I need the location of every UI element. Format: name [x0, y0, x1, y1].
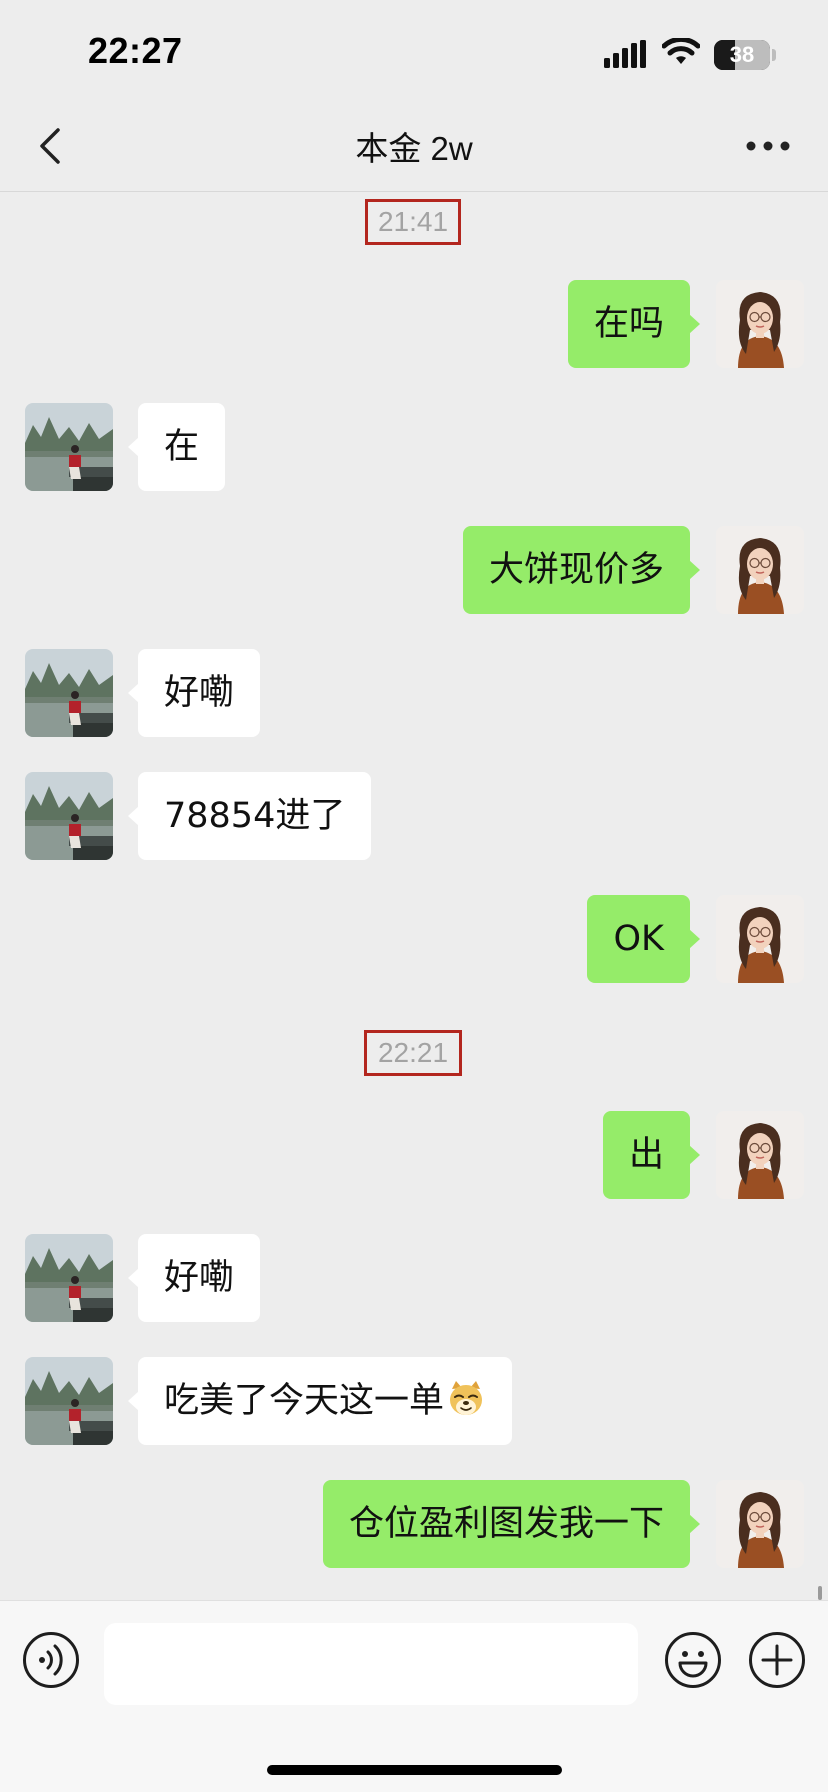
- incoming-message[interactable]: 78854进了: [127, 772, 372, 860]
- contact-avatar[interactable]: [25, 1234, 113, 1322]
- status-bar: 22:27 38: [0, 0, 828, 100]
- outgoing-message[interactable]: 仓位盈利图发我一下: [322, 1480, 701, 1568]
- status-time: 22:27: [88, 30, 183, 71]
- outgoing-message[interactable]: 出: [602, 1111, 701, 1199]
- scrollbar[interactable]: [818, 1586, 822, 1600]
- back-button[interactable]: [24, 120, 76, 172]
- message-list[interactable]: 21:41 在吗 在 大饼现价多 好嘞 78854进了 OK 22:21 出 好…: [0, 193, 828, 1598]
- battery-cap: [772, 49, 776, 61]
- incoming-message[interactable]: 好嘞: [127, 1234, 261, 1322]
- battery-icon: 38: [714, 40, 770, 70]
- woman-portrait-icon: [716, 280, 804, 368]
- landscape-photo-icon: [25, 649, 113, 737]
- chat-screen: 22:27 38 本金 2w 21:41 在吗 在 大饼现价多 好嘞 78854…: [0, 0, 828, 1792]
- contact-avatar[interactable]: [25, 772, 113, 860]
- woman-portrait-icon: [716, 1480, 804, 1568]
- woman-portrait-icon: [716, 1111, 804, 1199]
- my-avatar[interactable]: [716, 895, 804, 983]
- chevron-left-icon: [40, 128, 60, 164]
- woman-portrait-icon: [716, 895, 804, 983]
- incoming-message[interactable]: 吃美了今天这一单: [127, 1357, 513, 1445]
- landscape-photo-icon: [25, 1357, 113, 1445]
- contact-avatar[interactable]: [25, 1357, 113, 1445]
- message-text: 吃美了今天这一单: [164, 1381, 445, 1421]
- incoming-message[interactable]: 好嘞: [127, 649, 261, 737]
- landscape-photo-icon: [25, 772, 113, 860]
- outgoing-message[interactable]: 大饼现价多: [462, 526, 701, 614]
- emoji-icon[interactable]: [664, 1631, 722, 1689]
- timestamp: 22:21: [364, 1030, 462, 1076]
- landscape-photo-icon: [25, 1234, 113, 1322]
- voice-icon[interactable]: [22, 1631, 80, 1689]
- timestamp: 21:41: [365, 199, 461, 245]
- message-input[interactable]: [104, 1623, 638, 1705]
- more-button[interactable]: [740, 122, 796, 170]
- wifi-icon: [662, 38, 700, 64]
- outgoing-message[interactable]: 在吗: [567, 280, 701, 368]
- landscape-photo-icon: [25, 403, 113, 491]
- my-avatar[interactable]: [716, 526, 804, 614]
- contact-avatar[interactable]: [25, 649, 113, 737]
- my-avatar[interactable]: [716, 1480, 804, 1568]
- nav-bar: 本金 2w: [0, 100, 828, 192]
- woman-portrait-icon: [716, 526, 804, 614]
- doge-emoji-icon: [450, 1381, 483, 1415]
- battery-percent: 38: [729, 42, 755, 67]
- my-avatar[interactable]: [716, 1111, 804, 1199]
- home-indicator[interactable]: [267, 1765, 562, 1775]
- cellular-signal-icon: [604, 40, 646, 68]
- my-avatar[interactable]: [716, 280, 804, 368]
- plus-icon[interactable]: [748, 1631, 806, 1689]
- outgoing-message[interactable]: OK: [587, 895, 700, 983]
- chat-title: 本金 2w: [355, 130, 473, 167]
- more-dots-icon: [746, 141, 790, 151]
- input-bar: [0, 1600, 828, 1792]
- contact-avatar[interactable]: [25, 403, 113, 491]
- incoming-message[interactable]: 在: [127, 403, 226, 491]
